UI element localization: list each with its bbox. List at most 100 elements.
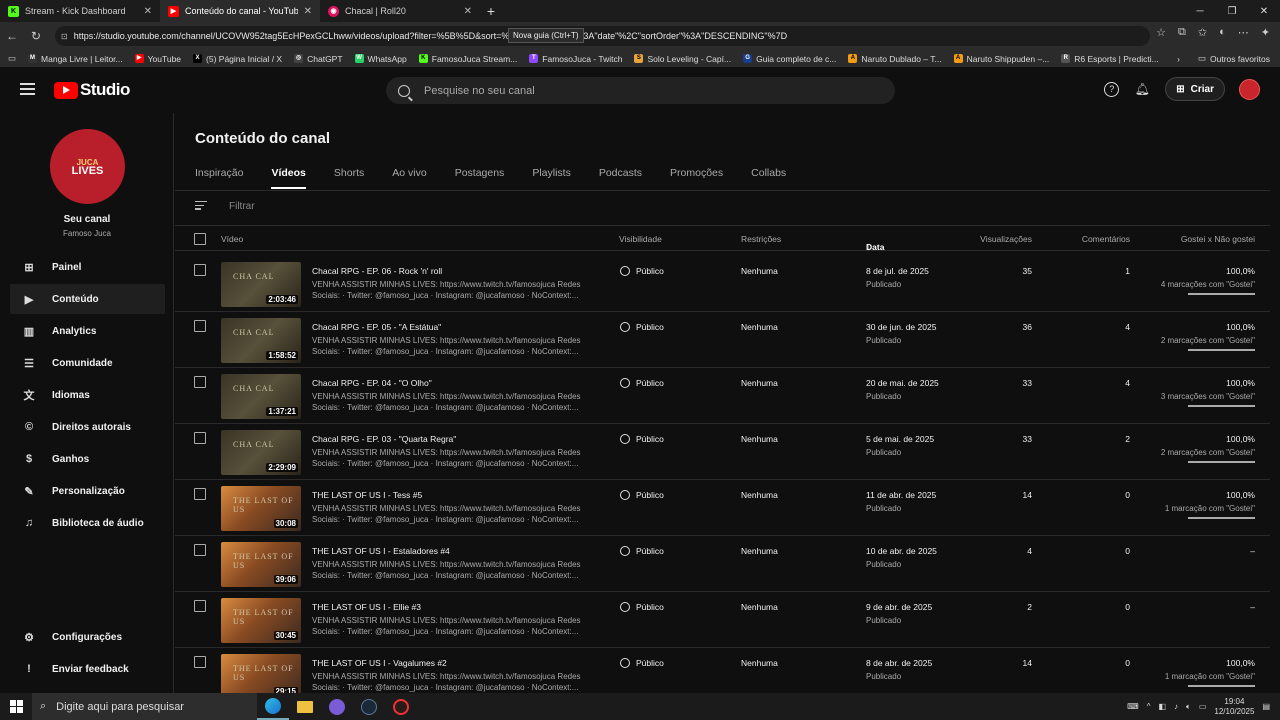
- tab-ao-vivo[interactable]: Ao vivo: [392, 167, 426, 189]
- steam-app-icon[interactable]: [353, 693, 385, 720]
- extensions-icon[interactable]: ⧉: [1178, 26, 1186, 39]
- taskbar-search[interactable]: ⌕ Digite aqui para pesquisar: [32, 693, 257, 720]
- table-row[interactable]: CHA CAL 2:03:46 Chacal RPG - EP. 06 - Rock…: [175, 256, 1270, 312]
- bookmark-item[interactable]: A Naruto Dublado – T...: [848, 54, 942, 64]
- table-row[interactable]: CHA CAL 1:37:21 Chacal RPG - EP. 04 - "O O…: [175, 368, 1270, 424]
- reload-icon[interactable]: ↻: [24, 29, 48, 43]
- bookmark-item[interactable]: M Manga Livre | Leitor...: [28, 54, 123, 64]
- video-thumbnail[interactable]: CHA CAL 1:37:21: [221, 374, 301, 419]
- address-bar[interactable]: ⊡ https://studio.youtube.com/channel/UCO…: [55, 26, 1150, 46]
- network-icon[interactable]: ◧: [1158, 702, 1166, 711]
- video-title[interactable]: THE LAST OF US I - Estaladores #4: [312, 546, 450, 556]
- chevron-right-icon[interactable]: ›: [1177, 54, 1180, 64]
- bookmark-item[interactable]: T FamosoJuca - Twitch: [529, 54, 622, 64]
- profile-icon[interactable]: ◐: [1219, 26, 1226, 39]
- video-title[interactable]: THE LAST OF US I - Ellie #3: [312, 602, 421, 612]
- column-likes[interactable]: Gostei x Não gostei: [1181, 234, 1255, 244]
- copilot-icon[interactable]: ✦: [1261, 26, 1270, 39]
- sidebar-item-direitos-autorais[interactable]: © Direitos autorais: [10, 412, 165, 442]
- visibility-cell[interactable]: Público: [620, 266, 664, 276]
- sidebar-item-analytics[interactable]: ▥ Analytics: [10, 316, 165, 346]
- close-window-button[interactable]: ✕: [1248, 0, 1280, 22]
- tab-videos[interactable]: Vídeos: [271, 167, 306, 189]
- more-icon[interactable]: ⋯: [1238, 26, 1249, 39]
- mic-icon[interactable]: ♪: [1174, 702, 1178, 711]
- visibility-cell[interactable]: Público: [620, 378, 664, 388]
- battery-icon[interactable]: ▭: [1199, 702, 1207, 711]
- notifications-icon[interactable]: ▤: [1262, 702, 1270, 711]
- visibility-cell[interactable]: Público: [620, 546, 664, 556]
- visibility-cell[interactable]: Público: [620, 434, 664, 444]
- table-row[interactable]: CHA CAL 2:29:09 Chacal RPG - EP. 03 - "Qua…: [175, 424, 1270, 480]
- bookmark-item[interactable]: A Naruto Shippuden –...: [953, 54, 1049, 64]
- sidebar-item-biblioteca-audio[interactable]: ♫ Biblioteca de áudio: [10, 508, 165, 538]
- sidebar-item-settings[interactable]: ⚙ Configurações: [10, 622, 165, 652]
- tab-inspiracao[interactable]: Inspiração: [195, 167, 243, 189]
- video-thumbnail[interactable]: THE LAST OF US 39:06: [221, 542, 301, 587]
- sidebar-item-conteudo[interactable]: ▶ Conteúdo: [10, 284, 165, 314]
- chevron-up-icon[interactable]: ^: [1147, 702, 1151, 711]
- column-visibility[interactable]: Visibilidade: [619, 234, 662, 244]
- bookmark-item[interactable]: X (5) Página Inicial / X: [193, 54, 282, 64]
- studio-logo[interactable]: Studio: [54, 80, 130, 100]
- tab-podcasts[interactable]: Podcasts: [599, 167, 642, 189]
- bookmark-item[interactable]: ◎ ChatGPT: [294, 54, 343, 64]
- video-thumbnail[interactable]: CHA CAL 1:58:52: [221, 318, 301, 363]
- row-checkbox[interactable]: [194, 600, 206, 612]
- tab-promocoes[interactable]: Promoções: [670, 167, 723, 189]
- row-checkbox[interactable]: [194, 320, 206, 332]
- close-tab-icon[interactable]: ✕: [304, 6, 312, 17]
- bookmark-item[interactable]: G Guia completo de c...: [743, 54, 836, 64]
- bookmark-item[interactable]: ▶ YouTube: [134, 54, 181, 64]
- table-row[interactable]: THE LAST OF US 39:06 THE LAST OF US I - Es…: [175, 536, 1270, 592]
- table-row[interactable]: THE LAST OF US 30:45 THE LAST OF US I - El…: [175, 592, 1270, 648]
- video-thumbnail[interactable]: THE LAST OF US 30:45: [221, 598, 301, 643]
- keyboard-icon[interactable]: ⌨: [1127, 702, 1139, 711]
- select-all-checkbox[interactable]: [194, 233, 206, 245]
- new-tab-button[interactable]: +: [480, 0, 502, 22]
- sidebar-item-idiomas[interactable]: 文 Idiomas: [10, 380, 165, 410]
- menu-icon[interactable]: [20, 83, 35, 98]
- sidebar-item-personalizacao[interactable]: ✎ Personalização: [10, 476, 165, 506]
- sidebar-item-ganhos[interactable]: $ Ganhos: [10, 444, 165, 474]
- edge-app-icon[interactable]: [257, 693, 289, 720]
- clock[interactable]: 19:04 12/10/2025: [1214, 697, 1254, 717]
- volume-icon[interactable]: 🔈︎: [1186, 702, 1191, 712]
- filter-icon[interactable]: [195, 201, 207, 212]
- row-checkbox[interactable]: [194, 376, 206, 388]
- video-title[interactable]: THE LAST OF US I - Vagalumes #2: [312, 658, 447, 668]
- table-row[interactable]: CHA CAL 1:58:52 Chacal RPG - EP. 05 - "A E…: [175, 312, 1270, 368]
- bookmark-item[interactable]: K FamosoJuca Stream...: [418, 54, 517, 64]
- sidebar-item-feedback[interactable]: ! Enviar feedback: [10, 654, 165, 684]
- star-icon[interactable]: ☆: [1156, 26, 1166, 39]
- visibility-cell[interactable]: Público: [620, 322, 664, 332]
- sidebar-item-painel[interactable]: ⊞ Painel: [10, 252, 165, 282]
- filter-bar[interactable]: Filtrar: [195, 201, 255, 212]
- search-input[interactable]: Pesquise no seu canal: [386, 77, 895, 104]
- column-views[interactable]: Visualizações: [980, 234, 1032, 244]
- tab-playlists[interactable]: Playlists: [532, 167, 571, 189]
- column-comments[interactable]: Comentários: [1082, 234, 1130, 244]
- create-button[interactable]: ⊞ Criar: [1165, 77, 1225, 101]
- row-checkbox[interactable]: [194, 488, 206, 500]
- bookmark-item[interactable]: R R6 Esports | Predicti...: [1061, 54, 1159, 64]
- row-checkbox[interactable]: [194, 432, 206, 444]
- video-title[interactable]: Chacal RPG - EP. 03 - "Quarta Regra": [312, 434, 456, 444]
- video-title[interactable]: THE LAST OF US I - Tess #5: [312, 490, 422, 500]
- close-tab-icon[interactable]: ✕: [144, 6, 152, 17]
- visibility-cell[interactable]: Público: [620, 602, 664, 612]
- sidebar-item-comunidade[interactable]: ☰ Comunidade: [10, 348, 165, 378]
- minimize-button[interactable]: ─: [1184, 0, 1216, 22]
- row-checkbox[interactable]: [194, 656, 206, 668]
- browser-tab-youtube-studio[interactable]: ▶ Conteúdo do canal - YouTube Stu ✕: [160, 0, 320, 22]
- row-checkbox[interactable]: [194, 544, 206, 556]
- table-row[interactable]: THE LAST OF US 30:08 THE LAST OF US I - Te…: [175, 480, 1270, 536]
- back-arrow-icon[interactable]: ←: [0, 29, 24, 43]
- account-avatar[interactable]: [1239, 78, 1260, 100]
- browser-tab-roll20[interactable]: ◉ Chacal | Roll20 ✕: [320, 0, 480, 22]
- browser-tab-kick[interactable]: K Stream - Kick Dashboard ✕: [0, 0, 160, 22]
- bookmark-item[interactable]: S Solo Leveling - Capí...: [634, 54, 731, 64]
- channel-avatar[interactable]: JUCA LIVES: [50, 129, 125, 204]
- tab-collabs[interactable]: Collabs: [751, 167, 786, 189]
- other-bookmarks[interactable]: › ▭ Outros favoritos: [1177, 53, 1270, 64]
